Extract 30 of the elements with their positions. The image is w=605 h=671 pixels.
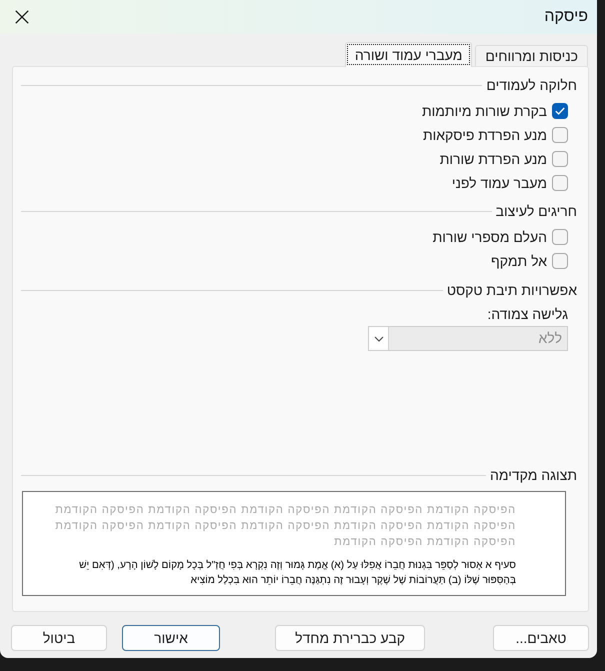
section-title: אפשרויות תיבת טקסט [446,280,577,300]
section-title: חריגים לעיצוב [496,202,577,220]
window-title: פיסקה [544,7,588,27]
previous-paragraph-text: הפיסקה הקודמת הפיסקה הקודמת הפיסקה הקודמת הפיסקה הקודמת הפיסקה הקודמת הפיסקה הקודמת הפיסקה הקודמת הפיסקה הקודמת הפיסקה הקודמת הפיסקה הקודמת הפיסקה הקודמת הפיסקה הקודמת [54,503,516,550]
checkbox[interactable] [552,127,568,143]
chevron-down-icon [369,327,389,350]
checkbox-label[interactable]: מנע הפרדת שורות [440,148,547,170]
cancel-button[interactable]: ביטול [11,625,107,651]
checkbox[interactable] [552,151,568,167]
section-title: תצוגה מקדימה [490,466,577,485]
ok-button[interactable]: אישור [122,625,220,651]
checkbox-label[interactable]: העלם מספרי שורות [432,226,547,248]
section-title: חלוקה לעמודים [486,76,577,95]
close-icon [15,10,29,24]
checkbox[interactable] [552,175,568,191]
tab[interactable]: מעברי עמוד ושורה [344,42,472,67]
sample-paragraph-text: סעיף א אָסוּר לְסַפֵּר בִּגְנוּת חֲבֵרוֹ אֲפִלּוּ עַל (א) אֱמֶת גָּמוּר וְזֶה נִקְרָא בְּפִי חֲזַ"ל בְּכָל מָקוֹם לָשׁוֹן הָרָע, (דְּאִם יֵשׁ בְּהַסִּפּוּר שֶׁלּוֹ (ב) תַּעֲרוֹבוֹת שֶׁל שֶׁקֶר וְעָבוּר זֶה נִתְגַּנֶּה חֲבֵרוֹ יוֹתֵר הוּא בִּכְלַל מוֹצִיא [78,558,516,588]
checkbox[interactable] [552,229,568,245]
set-as-default-button[interactable]: קבע כברירת מחדל [275,625,425,651]
tab[interactable]: כניסות ומרווחים [475,45,588,66]
checkbox-label[interactable]: מעבר עמוד לפני [452,172,547,194]
checkbox-label[interactable]: מנע הפרדת פיסקאות [422,124,547,146]
close-button[interactable] [15,10,29,24]
checkbox[interactable] [552,253,568,269]
field-label: גלישה צמודה: [487,304,568,324]
checkbox-label[interactable]: אל תמקף [491,250,547,272]
checkmark-icon [555,107,565,115]
checkbox[interactable] [552,103,568,119]
tabs-button[interactable]: טאבים... [493,625,589,651]
checkbox-label[interactable]: בקרת שורות מיותמות [422,100,547,122]
